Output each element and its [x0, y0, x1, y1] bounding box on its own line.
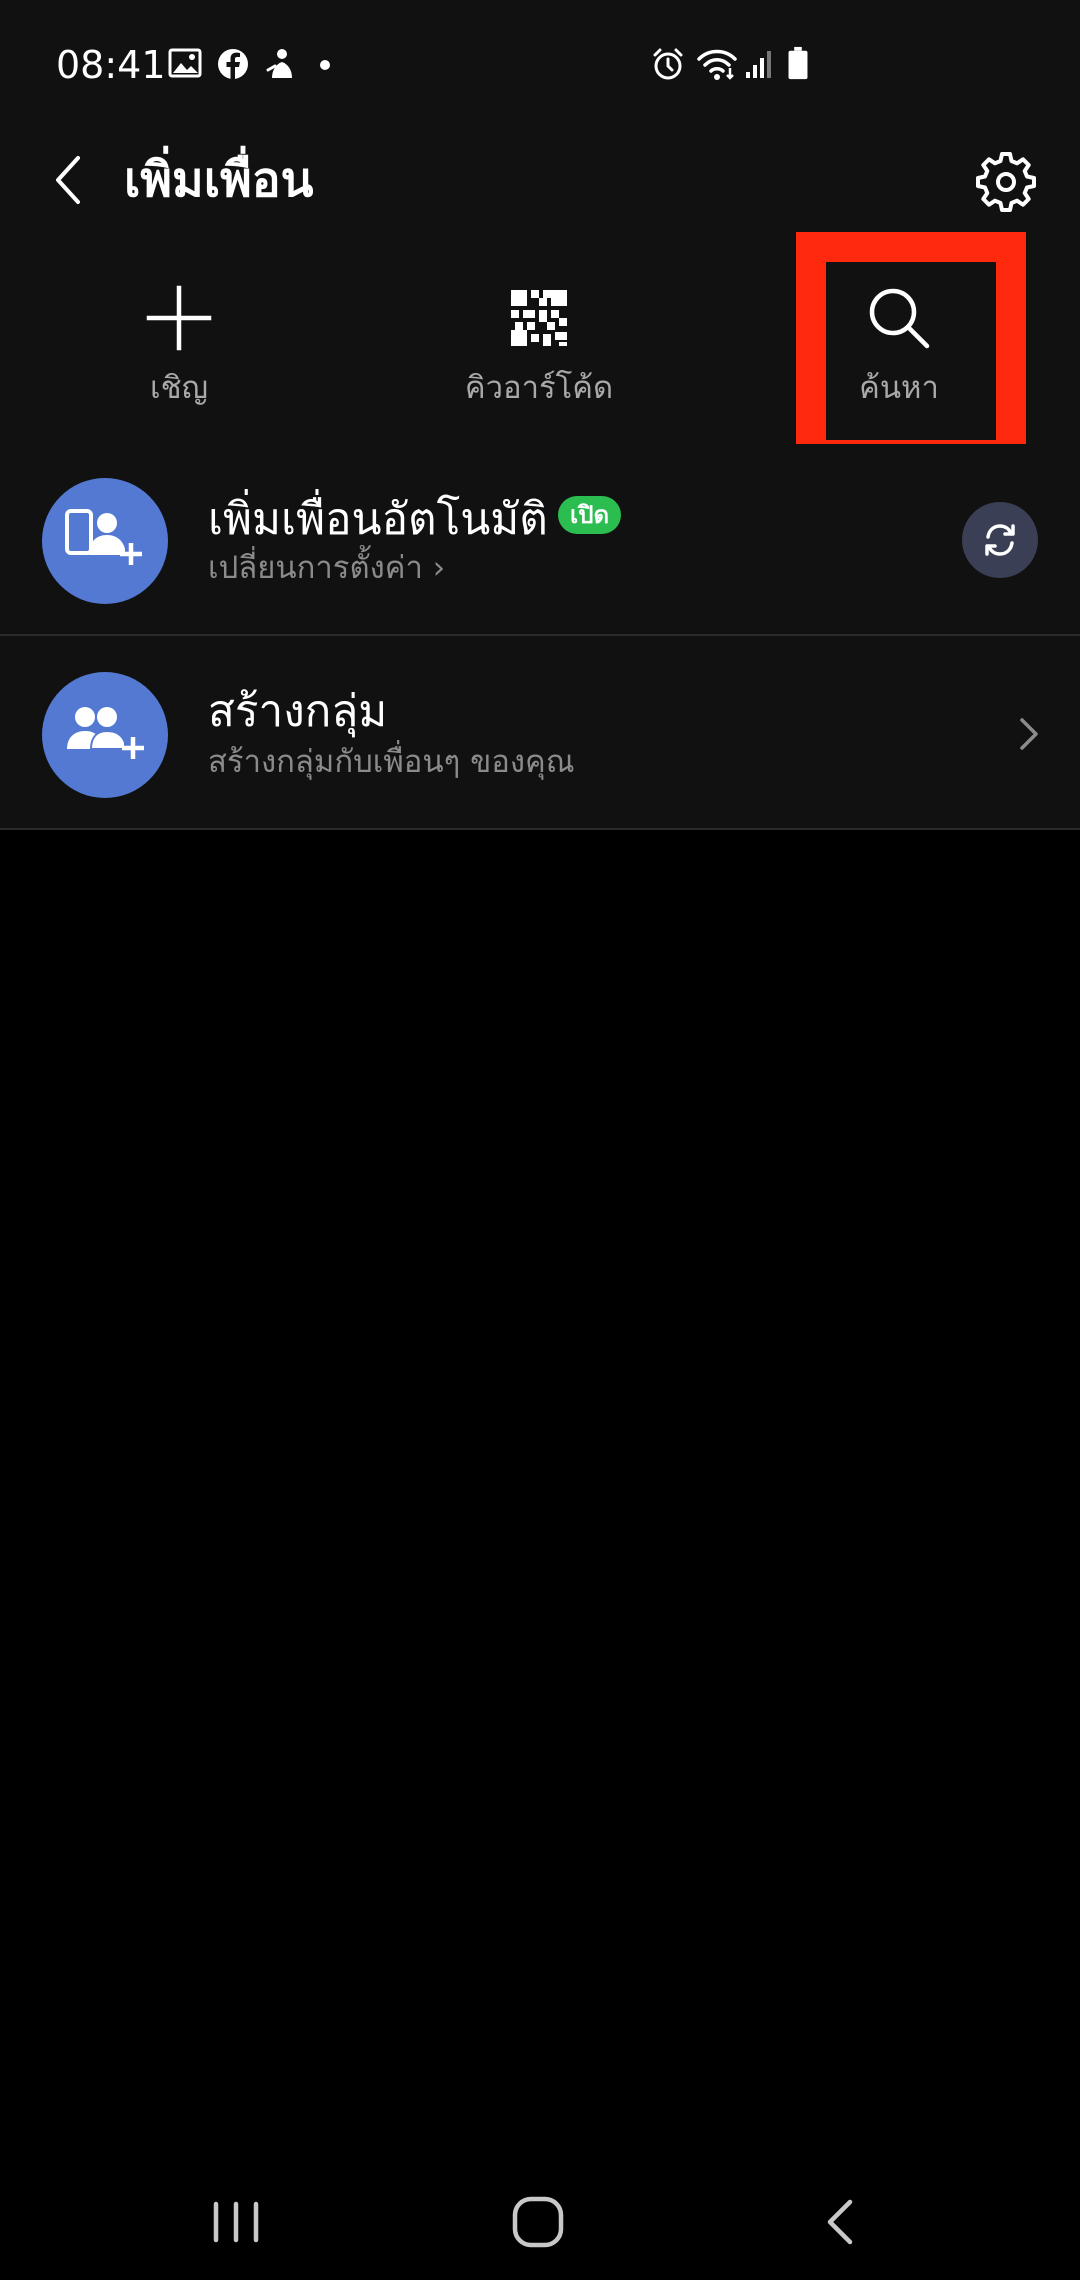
- alarm-icon: [653, 48, 683, 80]
- qr-code-icon: [511, 290, 567, 346]
- group-add-icon: [67, 707, 144, 759]
- phone-add-friend-icon: [65, 509, 142, 565]
- gallery-icon: [168, 48, 202, 78]
- qr-code-label: คิวอาร์โค้ด: [464, 370, 614, 406]
- back-button[interactable]: [44, 148, 96, 212]
- plus-icon: [146, 285, 212, 351]
- change-settings-link[interactable]: เปลี่ยนการตั้งค่า ›: [208, 546, 445, 590]
- divider: [0, 828, 1080, 830]
- create-group-avatar: [42, 672, 168, 798]
- page-title: เพิ่มเพื่อน: [124, 152, 314, 208]
- notification-dot: [320, 60, 330, 70]
- divider: [0, 634, 1080, 636]
- gear-icon[interactable]: [976, 152, 1036, 212]
- chevron-right-icon: [1020, 718, 1038, 750]
- status-bar: 08:41: [0, 0, 1080, 130]
- invite-label: เชิญ: [149, 370, 209, 406]
- create-group-row[interactable]: สร้างกลุ่ม สร้างกลุ่มกับเพื่อนๆ ของคุณ: [0, 638, 1080, 830]
- create-group-subtitle: สร้างกลุ่มกับเพื่อนๆ ของคุณ: [208, 744, 575, 780]
- navigation-bar: [0, 2160, 1080, 2280]
- sync-icon: [985, 524, 1015, 556]
- status-badge: เปิด: [558, 496, 622, 534]
- auto-add-avatar: [42, 478, 168, 604]
- signal-icon: [746, 51, 771, 78]
- status-time: 08:41: [56, 43, 166, 87]
- bixby-icon: [266, 49, 292, 78]
- create-group-title: สร้างกลุ่ม: [208, 686, 388, 737]
- auto-add-friends-row[interactable]: เพิ่มเพื่อนอัตโนมัติ เปลี่ยนการตั้งค่า ›: [0, 444, 1080, 636]
- home-icon[interactable]: [500, 2184, 576, 2260]
- sync-button[interactable]: [962, 502, 1038, 578]
- facebook-icon: [218, 49, 248, 79]
- invite-action[interactable]: เชิญ: [29, 270, 329, 430]
- back-icon[interactable]: [804, 2184, 880, 2260]
- qr-code-action[interactable]: คิวอาร์โค้ด: [389, 270, 689, 430]
- battery-icon: [788, 46, 808, 80]
- auto-add-title: เพิ่มเพื่อนอัตโนมัติ: [208, 494, 548, 545]
- recent-apps-icon[interactable]: [198, 2184, 274, 2260]
- highlight-box: [796, 232, 1026, 470]
- wifi-icon: [697, 49, 737, 80]
